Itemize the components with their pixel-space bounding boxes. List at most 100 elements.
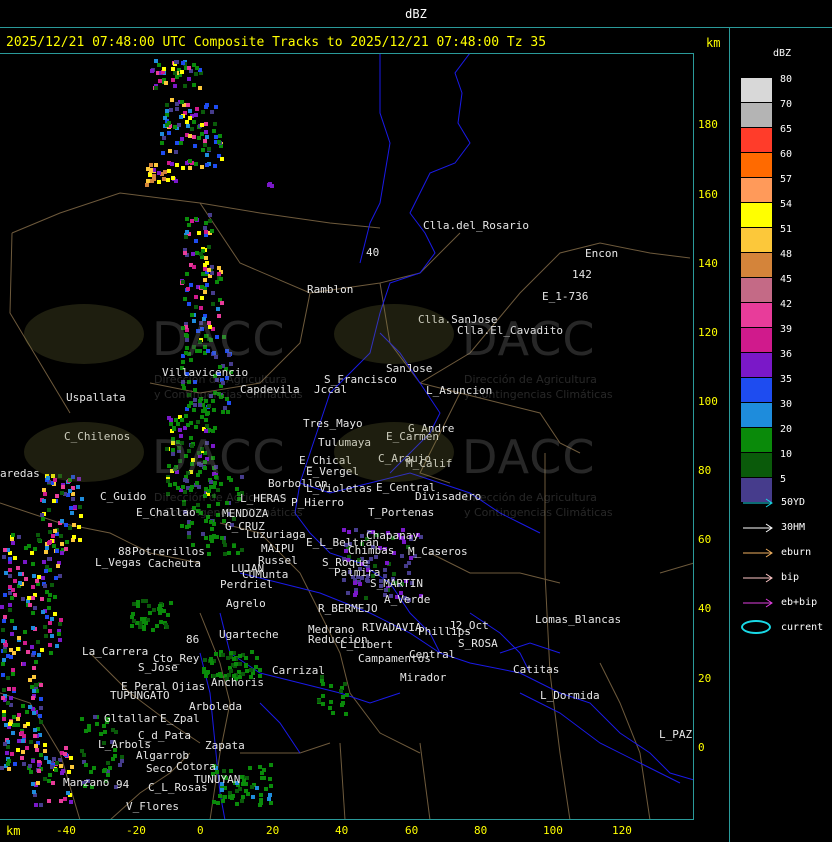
title-bar: dBZ	[0, 0, 832, 28]
legend-value: 42	[780, 299, 793, 310]
dacc-logo-icon	[24, 422, 144, 482]
legend-swatch	[741, 78, 772, 102]
place-label: TUPUNGATO	[110, 689, 170, 702]
legend-swatch	[741, 303, 772, 327]
place-label: Ugarteche	[219, 628, 279, 641]
legend-swatch	[741, 228, 772, 252]
legend-value: 80	[780, 74, 793, 85]
x-axis-unit: km	[6, 824, 21, 838]
place-label: 94	[116, 778, 130, 791]
legend-value: 65	[780, 124, 793, 135]
watermark-line1: Dirección de Agricultura	[464, 373, 597, 386]
place-label: V_Flores	[126, 800, 179, 813]
y-tick-label: 40	[698, 602, 712, 615]
track-label: eburn	[781, 547, 812, 558]
watermark-line2: y Contingencias Climáticas	[154, 388, 303, 401]
track-label: bip	[781, 572, 800, 583]
current-label: current	[781, 622, 824, 633]
x-tick-label: -40	[56, 824, 76, 837]
legend-value: 5	[780, 474, 787, 485]
track-label: eb+bip	[781, 597, 818, 608]
x-tick-label: 0	[197, 824, 204, 837]
legend-value: 39	[780, 324, 793, 335]
legend-value: 54	[780, 199, 793, 210]
track-arrow-icon	[743, 598, 773, 608]
dacc-logo-icon	[334, 304, 454, 364]
place-label: S_MARTIN	[370, 577, 423, 590]
place-label: Cacheuta	[148, 557, 201, 570]
y-tick-label: 60	[698, 533, 712, 546]
legend-swatch	[741, 353, 772, 377]
watermark-brand: DACC	[152, 312, 286, 366]
place-label: S_Jose	[138, 661, 178, 674]
y-tick-label: 80	[698, 464, 712, 477]
x-tick-label: 100	[543, 824, 563, 837]
place-label: Perdriel	[220, 578, 273, 591]
place-label: Anchoris	[211, 676, 264, 689]
place-label: RIVADAVIA	[362, 621, 422, 634]
y-tick-label: 160	[698, 188, 718, 201]
legend-value: 20	[780, 424, 793, 435]
place-label: Zapata	[205, 739, 245, 752]
x-tick-label: 120	[612, 824, 632, 837]
watermark-brand: DACC	[462, 312, 596, 366]
legend-swatch	[741, 153, 772, 177]
legend-value: 57	[780, 174, 793, 185]
place-label: L_PAZ	[659, 728, 693, 741]
y-tick-label: 100	[698, 395, 718, 408]
place-label: E_Zpal	[160, 712, 200, 725]
y-axis-unit: km	[706, 36, 721, 50]
legend-value: 48	[780, 249, 793, 260]
legend-swatch	[741, 278, 772, 302]
place-label: A_Verde	[384, 593, 431, 606]
watermark-brand: DACC	[462, 430, 596, 484]
track-arrow-icon	[743, 548, 773, 558]
x-tick-label: -20	[126, 824, 146, 837]
place-label: Encon	[585, 247, 619, 260]
legend-swatch	[741, 178, 772, 202]
watermark-caption: Dirección de Agricultura y Contingencias …	[464, 372, 613, 402]
watermark-brand: DACC	[152, 430, 286, 484]
watermark-line1: Dirección de Agricultura	[464, 491, 597, 504]
legend-title: dBZ	[773, 48, 792, 59]
legend-swatch	[741, 403, 772, 427]
place-label: M_Caseros	[408, 545, 468, 558]
legend-swatch	[741, 253, 772, 277]
place-label: R_BERMEJO	[318, 602, 378, 615]
legend-value: 10	[780, 449, 793, 460]
y-tick-label: 0	[698, 741, 705, 754]
place-label: Ojias	[172, 680, 206, 693]
place-label: Manzano	[63, 776, 110, 789]
legend-swatch	[741, 453, 772, 477]
legend-value: 60	[780, 149, 793, 160]
place-label: 40	[366, 246, 380, 259]
track-arrow-icon	[743, 523, 773, 533]
track-label: 30HM	[781, 522, 806, 533]
place-label: Jccal	[314, 383, 348, 396]
place-label: Central	[409, 648, 456, 661]
title-divider	[0, 27, 832, 28]
legend-value: 35	[780, 374, 793, 385]
place-label: L_Libert	[340, 638, 393, 651]
place-label: S_ROSA	[458, 637, 498, 650]
legend-swatch	[741, 103, 772, 127]
y-tick-label: 20	[698, 672, 712, 685]
place-label: Gltallar	[104, 712, 157, 725]
watermark-line2: y Contingencias Climáticas	[154, 506, 303, 519]
watermark-line1: Dirección de Agricultura	[154, 491, 287, 504]
x-tick-label: 40	[335, 824, 349, 837]
composite-header: 2025/12/21 07:48:00 UTC Composite Tracks…	[6, 35, 547, 50]
watermark-caption: Dirección de Agricultura y Contingencias …	[464, 490, 613, 520]
watermark-caption: Dirección de Agricultura y Contingencias …	[154, 490, 303, 520]
legend-swatch	[741, 203, 772, 227]
dacc-logo-icon	[334, 422, 454, 482]
dacc-logo-icon	[24, 304, 144, 364]
place-label: 88	[118, 545, 132, 558]
legend-swatch	[741, 428, 772, 452]
place-label: T_Portenas	[368, 506, 435, 519]
place-label: 142	[572, 268, 592, 281]
watermark-caption: Dirección de Agricultura y Contingencias …	[154, 372, 303, 402]
y-tick-label: 120	[698, 326, 718, 339]
place-label: C_L_Rosas	[148, 781, 208, 794]
place-label: Catitas	[513, 663, 560, 676]
